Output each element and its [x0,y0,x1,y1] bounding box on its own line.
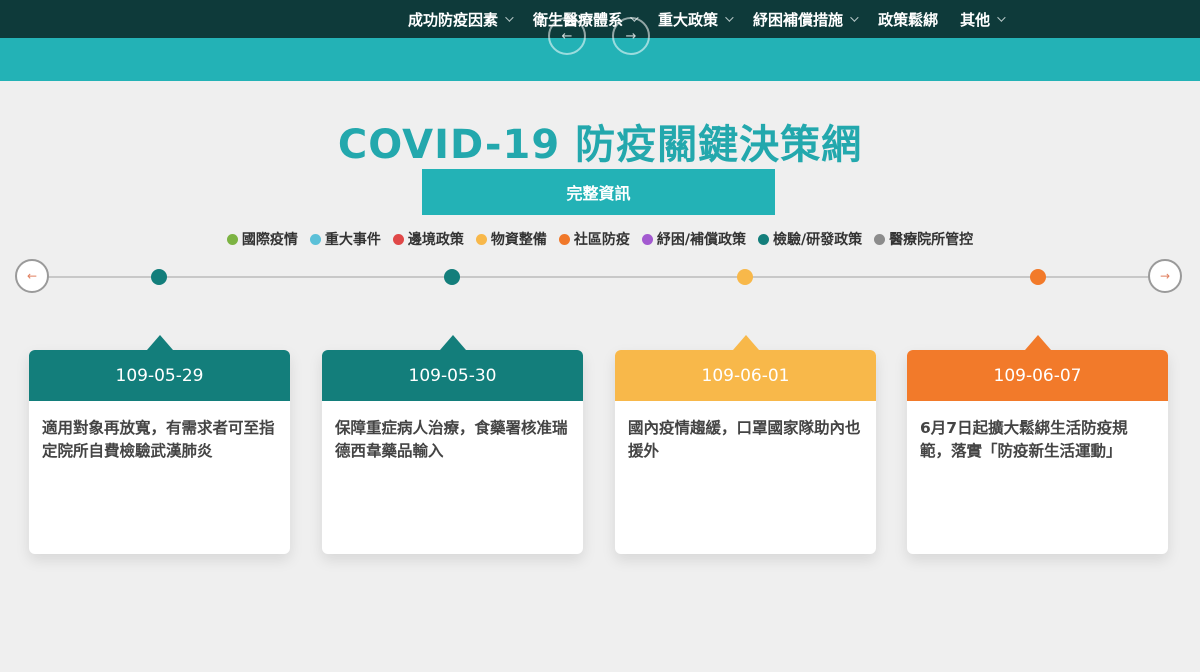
legend-label: 檢驗/研發政策 [773,232,863,248]
event-date: 109-05-29 [115,365,204,386]
timeline-prev-button[interactable]: ← [15,259,49,293]
timeline-next-button[interactable]: → [1148,259,1182,293]
page-title: COVID-19 防疫關鍵決策網 [337,122,863,168]
card-pointer [1024,335,1051,350]
chevron-down-icon [505,13,514,22]
arrow-left-icon: ← [26,269,38,283]
legend-item-testing[interactable]: 檢驗/研發政策 [758,229,862,249]
chevron-down-icon [997,13,1006,22]
legend-label: 邊境政策 [407,232,464,248]
event-date: 109-06-07 [993,365,1082,386]
legend-label: 重大事件 [324,232,381,248]
event-card[interactable]: 109-05-30 保障重症病人治療，食藥署核准瑞德西韋藥品輸入 [322,335,583,554]
event-description: 保障重症病人治療，食藥署核准瑞德西韋藥品輸入 [335,419,568,460]
top-navigation: 成功防疫因素 衛生醫療體系 重大政策 紓困補償措施 政策鬆綁 其他 [0,0,1200,38]
category-legend: 國際疫情 重大事件 邊境政策 物資整備 社區防疫 紓困/補償政策 檢驗/研發政策… [0,229,1200,249]
timeline-dot[interactable] [1030,269,1046,285]
event-card[interactable]: 109-05-29 適用對象再放寬，有需求者可至指定院所自費檢驗武漢肺炎 [29,335,290,554]
legend-item-community[interactable]: 社區防疫 [558,229,630,249]
nav-item-label: 政策鬆綁 [878,10,939,29]
legend-dot [641,233,653,245]
event-card[interactable]: 109-06-01 國內疫情趨緩，口罩國家隊助內也援外 [615,335,876,554]
legend-item-hospital[interactable]: 醫療院所管控 [874,229,973,249]
event-card-header: 109-05-30 [322,335,583,401]
nav-item-label: 紓困補償措施 [753,10,844,29]
legend-dot [392,233,404,245]
arrow-left-icon: ← [561,28,573,44]
timeline-dot[interactable] [151,269,167,285]
nav-item-success-factors[interactable]: 成功防疫因素 [408,0,514,38]
timeline-track [30,276,1170,278]
legend-dot [226,233,238,245]
arrow-right-icon: → [1159,269,1171,283]
carousel-prev-button[interactable]: ← [548,17,586,55]
nav-item-relief-measures[interactable]: 紓困補償措施 [753,0,859,38]
event-description: 6月7日起擴大鬆綁生活防疫規範，落實「防疫新生活運動」 [920,419,1128,460]
hero-band: ← → [0,17,1200,81]
event-date: 109-06-01 [701,365,790,386]
legend-item-supplies[interactable]: 物資整備 [475,229,547,249]
legend-item-relief[interactable]: 紓困/補償政策 [641,229,746,249]
card-pointer [146,335,173,350]
chevron-down-icon [725,13,734,22]
chevron-down-icon [850,13,859,22]
legend-dot [758,233,769,245]
event-description: 適用對象再放寬，有需求者可至指定院所自費檢驗武漢肺炎 [42,419,275,460]
legend-dot [558,233,570,245]
arrow-right-icon: → [625,28,637,44]
legend-dot [874,233,886,245]
nav-item-major-policy[interactable]: 重大政策 [658,0,734,38]
timeline-dot[interactable] [444,269,460,285]
nav-item-label: 其他 [960,10,991,29]
event-description: 國內疫情趨緩，口罩國家隊助內也援外 [628,419,861,460]
nav-item-policy-relaxation[interactable]: 政策鬆綁 [878,0,938,38]
nav-item-label: 重大政策 [658,10,719,29]
legend-item-border[interactable]: 邊境政策 [392,229,464,249]
event-card-header: 109-05-29 [29,335,290,401]
legend-label: 醫療院所管控 [889,232,974,248]
card-pointer [439,335,466,350]
event-card[interactable]: 109-06-07 6月7日起擴大鬆綁生活防疫規範，落實「防疫新生活運動」 [907,335,1168,554]
legend-label: 紓困/補償政策 [656,232,746,248]
event-date: 109-05-30 [408,365,497,386]
card-pointer [732,335,759,350]
legend-item-major-event[interactable]: 重大事件 [309,229,381,249]
nav-item-label: 成功防疫因素 [408,10,499,29]
legend-label: 物資整備 [490,232,547,248]
full-info-button[interactable]: 完整資訊 [422,169,775,215]
legend-dot [309,233,321,245]
event-card-header: 109-06-01 [615,335,876,401]
nav-menu: 成功防疫因素 衛生醫療體系 重大政策 紓困補償措施 政策鬆綁 其他 [408,0,1025,38]
nav-item-other[interactable]: 其他 [960,0,1006,38]
legend-label: 國際疫情 [241,232,298,248]
event-card-header: 109-06-07 [907,335,1168,401]
timeline-dot[interactable] [737,269,753,285]
legend-label: 社區防疫 [573,232,630,248]
legend-item-international[interactable]: 國際疫情 [226,229,298,249]
carousel-next-button[interactable]: → [612,17,650,55]
legend-dot [475,233,487,245]
